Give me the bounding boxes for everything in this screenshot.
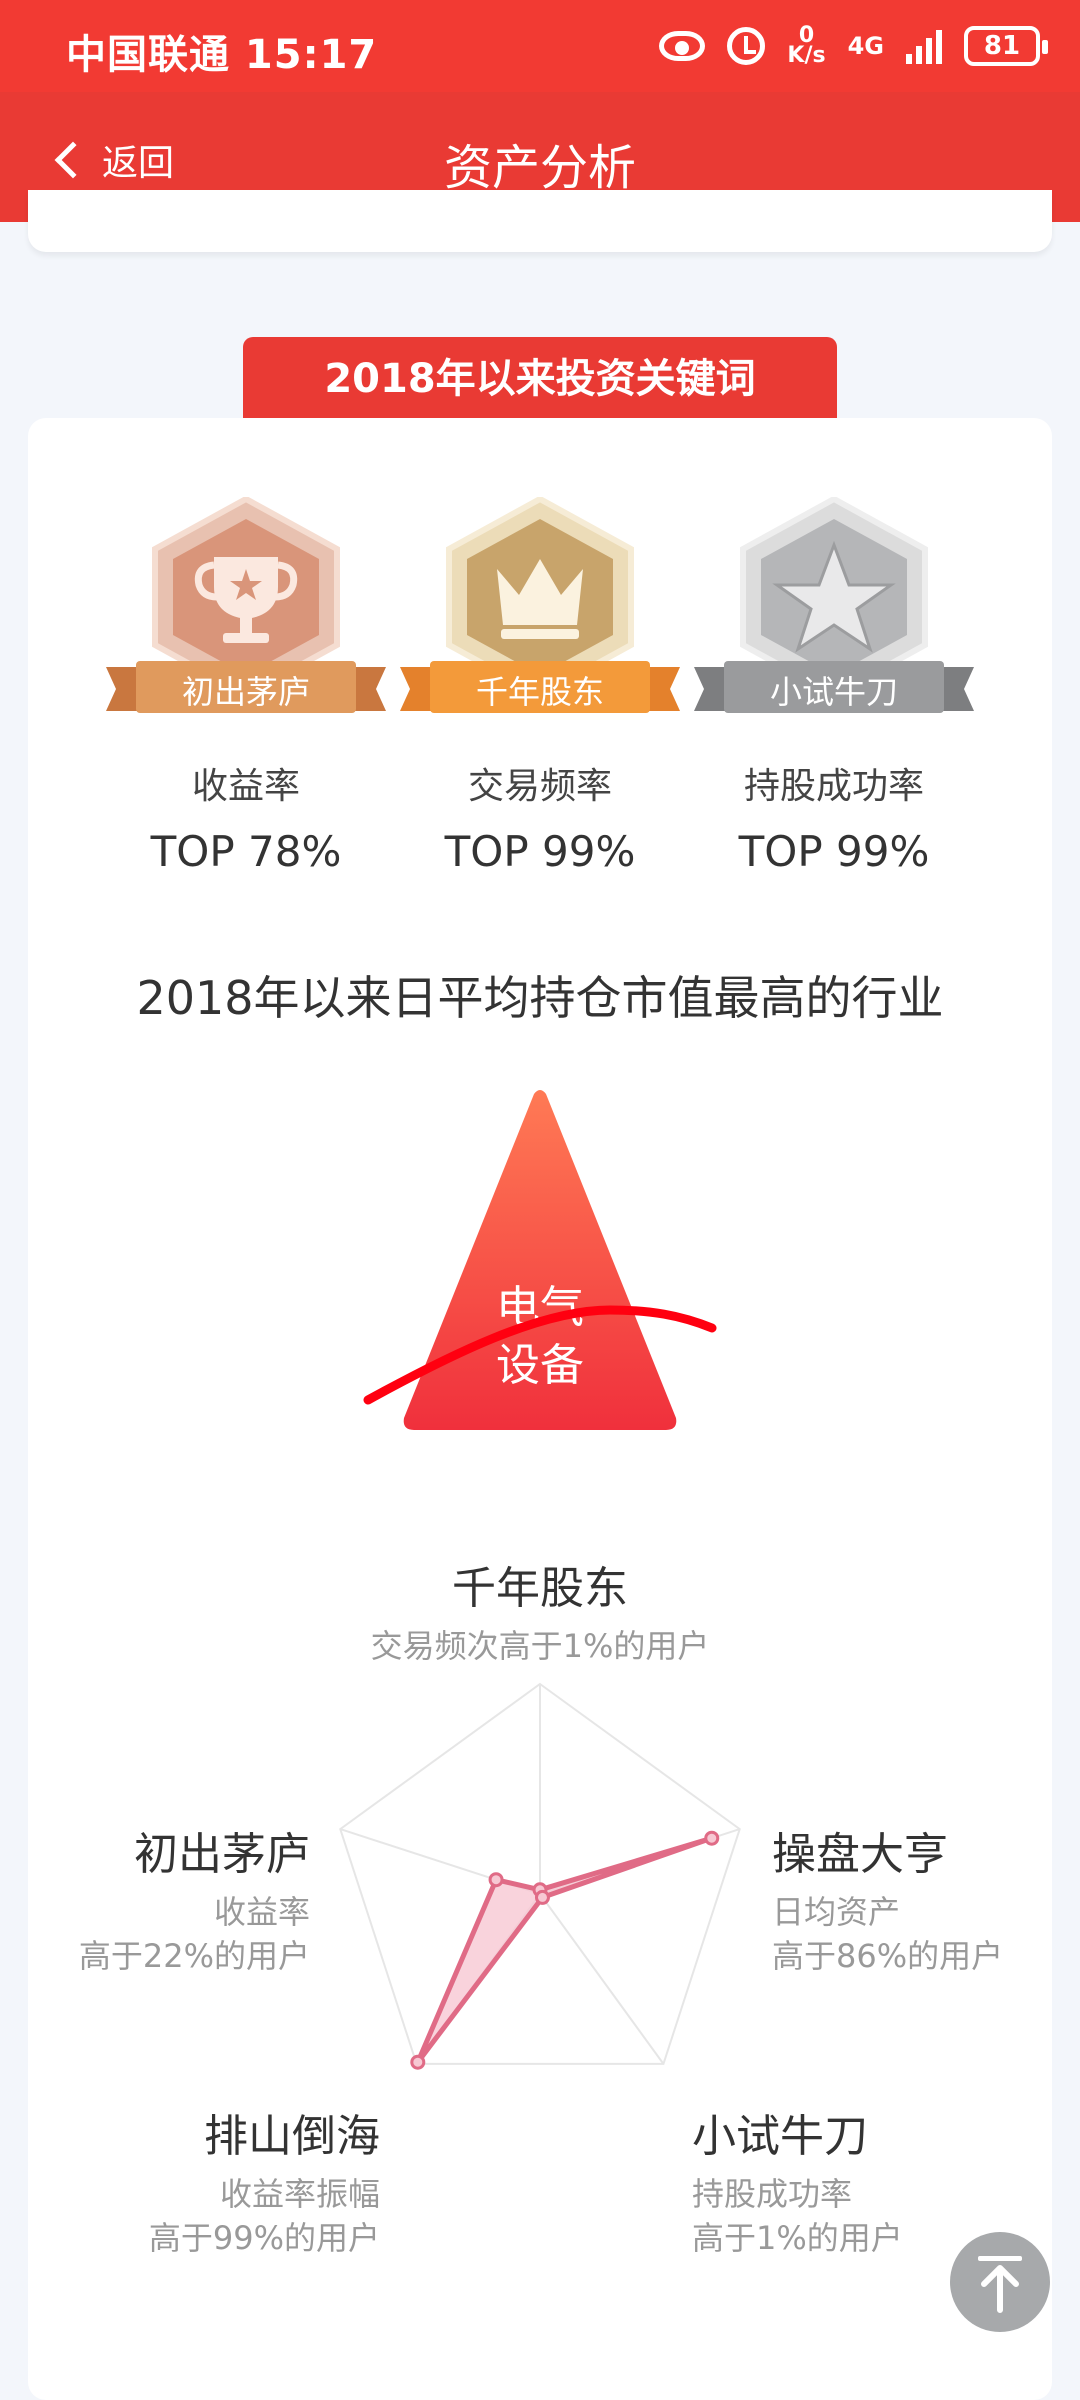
badge-metric-label: 持股成功率	[743, 766, 924, 807]
radar-label-bottom-left: 排山倒海 收益率振幅 高于99%的用户	[120, 2100, 380, 2260]
network-type: 4G	[847, 32, 884, 60]
back-to-top-button[interactable]	[950, 2232, 1050, 2332]
radar-left-name: 初出茅庐	[134, 1829, 310, 1880]
radar-left-sub1: 收益率	[213, 1893, 310, 1931]
badge-metric-value: TOP 78%	[150, 827, 342, 876]
badge-hexagon: 千年股东	[400, 495, 680, 713]
badge-metric-value: TOP 99%	[444, 827, 636, 876]
radar-chart	[339, 1682, 741, 2070]
section-title-tab: 2018年以来投资关键词	[243, 337, 837, 421]
radar-bottom-left-sub1: 收益率振幅	[219, 2175, 380, 2213]
badge-1: 初出茅庐 收益率 TOP 78%	[106, 495, 386, 876]
badge-metric-value: TOP 99%	[738, 827, 930, 876]
radar-data-area	[415, 1835, 715, 2065]
battery-level: 81	[983, 31, 1021, 61]
radar-label-left: 初出茅庐 收益率 高于22%的用户	[40, 1818, 310, 1978]
badge-hexagon: 小试牛刀	[694, 495, 974, 713]
battery-icon: 81	[964, 26, 1048, 66]
radar-bottom-right-sub1: 持股成功率	[692, 2175, 853, 2213]
radar-label-right: 操盘大亨 日均资产 高于86%的用户	[772, 1818, 1003, 1978]
badge-3: 小试牛刀 持股成功率 TOP 99%	[694, 495, 974, 876]
eye-icon	[659, 31, 706, 61]
industry-title: 2018年以来日平均持仓市值最高的行业	[136, 971, 944, 1025]
badge-metric-label: 收益率	[191, 766, 300, 807]
radar-bottom-right-sub2: 高于1%的用户	[692, 2219, 903, 2257]
radar-bottom-left-sub2: 高于99%的用户	[148, 2219, 380, 2257]
radar-grid	[339, 1682, 741, 2065]
carrier-time: 中国联通 15:17	[66, 32, 378, 78]
radar-left-sub2: 高于22%的用户	[78, 1937, 310, 1975]
arrow-up-icon	[978, 2256, 1022, 2313]
radar-bottom-left-sub: 收益率振幅 高于99%的用户	[120, 2172, 380, 2260]
alarm-icon	[727, 27, 766, 65]
radar-point-bottom-right	[534, 1889, 550, 1905]
radar-left-sub: 收益率 高于22%的用户	[40, 1890, 310, 1978]
badge-ribbon-label: 千年股东	[475, 673, 604, 711]
radar-bottom-right-sub: 持股成功率 高于1%的用户	[692, 2172, 903, 2260]
badge-ribbon-label: 小试牛刀	[769, 673, 898, 711]
radar-right-sub: 日均资产 高于86%的用户	[772, 1890, 1003, 1978]
radar-point-right	[704, 1830, 720, 1846]
radar-label-bottom-right: 小试牛刀 持股成功率 高于1%的用户	[692, 2100, 903, 2260]
radar-point-bottom-left	[410, 2054, 426, 2070]
radar-top-sub: 交易频次高于1%的用户	[370, 1627, 710, 1665]
radar-point-left	[488, 1872, 504, 1888]
radar-right-sub1: 日均资产	[772, 1893, 901, 1931]
status-icons: 0 K/s 4G 81	[659, 22, 1048, 70]
status-bar: 中国联通 15:17 0 K/s 4G 81	[0, 0, 1080, 92]
radar-bottom-left-name: 排山倒海	[204, 2111, 380, 2162]
speed-unit: K/s	[787, 43, 826, 68]
badge-hexagon: 初出茅庐	[106, 495, 386, 713]
badge-metric-label: 交易频率	[467, 766, 612, 807]
badge-ribbon-label: 初出茅庐	[181, 673, 310, 711]
page-title: 资产分析	[443, 140, 636, 196]
signal-icon	[906, 28, 942, 64]
radar-label-top: 千年股东 交易频次高于1%的用户	[0, 1552, 1080, 1668]
network-speed: 0 K/s	[787, 25, 826, 68]
radar-top-name: 千年股东	[452, 1563, 628, 1614]
radar-right-name: 操盘大亨	[772, 1829, 948, 1880]
radar-axis-line	[539, 1893, 665, 2065]
radar-bottom-right-name: 小试牛刀	[692, 2111, 868, 2162]
badge-2: 千年股东 交易频率 TOP 99%	[400, 495, 680, 876]
red-scribble	[363, 1305, 717, 1405]
previous-card-edge	[28, 190, 1052, 252]
radar-right-sub2: 高于86%的用户	[772, 1937, 1004, 1975]
